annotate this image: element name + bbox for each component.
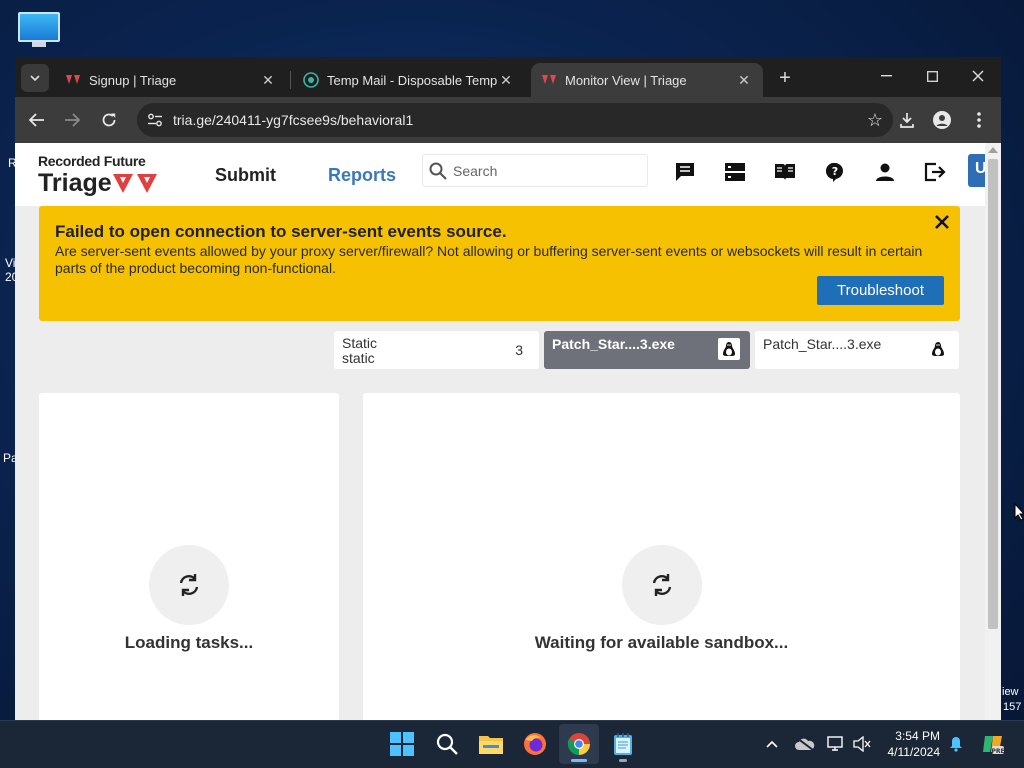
sample-tab-label: Patch_Star....3.exe <box>763 336 882 352</box>
server-icon[interactable] <box>723 160 747 184</box>
maximize-icon[interactable] <box>909 57 955 95</box>
volume-muted-icon[interactable] <box>852 732 872 756</box>
notepad-icon[interactable] <box>603 724 643 764</box>
clock-time: 3:54 PM <box>895 729 940 743</box>
site-header: Recorded Future Triage Submit Reports Se… <box>15 143 1001 206</box>
download-icon[interactable] <box>893 106 921 134</box>
running-indicator <box>571 759 587 762</box>
firefox-icon[interactable] <box>515 724 555 764</box>
logo-product[interactable]: Triage <box>38 169 112 198</box>
tab-search-button[interactable] <box>21 64 49 92</box>
alert-message: Are server-sent events allowed by your p… <box>55 243 923 276</box>
url-text: tria.ge/240411-yg7fcsee9s/behavioral1 <box>173 112 414 128</box>
logo-company: Recorded Future <box>38 153 146 169</box>
tab-title: Signup | Triage <box>89 72 177 88</box>
sample-tab-static[interactable]: Static static 3 <box>334 331 539 369</box>
search-placeholder: Search <box>453 162 498 179</box>
back-arrow-icon[interactable] <box>23 106 51 134</box>
file-explorer-icon[interactable] <box>471 724 511 764</box>
browser-menu-icon[interactable] <box>965 106 993 134</box>
sample-tab-label: Patch_Star....3.exe <box>552 336 675 352</box>
chat-icon[interactable] <box>673 160 697 184</box>
tasks-panel: Loading tasks... <box>39 393 339 720</box>
new-tab-button[interactable]: + <box>773 66 797 90</box>
network-icon[interactable] <box>826 732 846 756</box>
desktop-edge-label: 157 <box>1003 701 1022 713</box>
svg-text:PRE: PRE <box>991 748 1004 755</box>
forward-arrow-icon[interactable] <box>58 106 86 134</box>
refresh-icon <box>622 545 702 625</box>
linux-icon <box>718 338 740 360</box>
site-info-icon[interactable] <box>137 113 173 127</box>
notification-bell-icon[interactable] <box>947 732 965 756</box>
user-icon[interactable] <box>873 160 897 184</box>
sample-tab-behavioral1[interactable]: Patch_Star....3.exe <box>544 331 750 369</box>
book-icon[interactable] <box>773 160 797 184</box>
reload-icon[interactable] <box>95 106 123 134</box>
close-window-icon[interactable] <box>955 57 1001 95</box>
triage-icon <box>65 72 81 88</box>
svg-text:?: ? <box>832 165 838 178</box>
scrollbar-thumb[interactable] <box>988 159 998 629</box>
triage-logo-icon <box>113 174 157 193</box>
tab-monitor-view[interactable]: Monitor View | Triage ✕ <box>531 63 763 97</box>
search-input[interactable]: Search <box>422 154 648 187</box>
tab-title: Temp Mail - Disposable Tempo <box>327 72 497 88</box>
refresh-icon <box>149 545 229 625</box>
chevron-up-icon[interactable] <box>764 732 780 756</box>
address-bar[interactable]: tria.ge/240411-yg7fcsee9s/behavioral1 ☆ <box>137 103 893 137</box>
system-clock[interactable]: 3:54 PM 4/11/2024 <box>880 728 941 760</box>
sample-tab-sublabel: static <box>342 350 375 366</box>
minimize-icon[interactable] <box>863 57 909 95</box>
windows-start-icon[interactable] <box>382 724 422 764</box>
page-scrollbar[interactable] <box>985 143 1001 720</box>
troubleshoot-button[interactable]: Troubleshoot <box>817 276 944 305</box>
close-tab-icon[interactable]: ✕ <box>259 72 277 89</box>
triage-page: Recorded Future Triage Submit Reports Se… <box>15 143 1001 720</box>
onedrive-offline-icon[interactable] <box>794 732 816 756</box>
scroll-up-arrow-icon[interactable] <box>988 147 998 153</box>
sandbox-panel: Waiting for available sandbox... <box>363 393 960 720</box>
triage-icon <box>541 72 557 88</box>
bookmark-star-icon[interactable]: ☆ <box>857 110 893 131</box>
tab-divider <box>290 71 291 89</box>
tab-signup-triage[interactable]: Signup | Triage ✕ <box>55 63 287 97</box>
close-tab-icon[interactable]: ✕ <box>735 72 753 89</box>
close-tab-icon[interactable]: ✕ <box>497 72 515 89</box>
browser-toolbar: tria.ge/240411-yg7fcsee9s/behavioral1 ☆ <box>15 97 1001 143</box>
copilot-icon[interactable]: PRE <box>980 732 1006 756</box>
search-icon[interactable] <box>427 724 467 764</box>
sample-tab-label: Static <box>342 335 378 351</box>
tab-strip: Signup | Triage ✕ Temp Mail - Disposable… <box>15 57 1001 97</box>
linux-icon <box>927 338 949 360</box>
logout-icon[interactable] <box>923 160 947 184</box>
waiting-sandbox-text: Waiting for available sandbox... <box>534 633 789 652</box>
clock-date: 4/11/2024 <box>887 745 941 759</box>
loading-tasks-text: Loading tasks... <box>124 633 254 652</box>
tempmail-icon <box>303 72 319 88</box>
chrome-icon[interactable] <box>559 724 599 764</box>
mouse-cursor-icon <box>1014 503 1024 521</box>
nav-submit-link[interactable]: Submit <box>215 165 276 186</box>
search-icon <box>423 162 453 180</box>
chevron-down-icon <box>30 75 40 81</box>
help-icon[interactable]: ? <box>823 160 847 184</box>
browser-window: Signup | Triage ✕ Temp Mail - Disposable… <box>15 57 1001 720</box>
this-pc-desktop-icon[interactable] <box>18 12 60 48</box>
sse-error-alert: Failed to open connection to server-sent… <box>39 206 960 321</box>
tab-title: Monitor View | Triage <box>565 72 687 88</box>
close-icon[interactable] <box>932 212 952 232</box>
tab-temp-mail[interactable]: Temp Mail - Disposable Tempo ✕ <box>293 63 525 97</box>
profile-icon[interactable] <box>928 106 956 134</box>
desktop-edge-label: iew <box>1002 686 1019 698</box>
sample-tab-behavioral2[interactable]: Patch_Star....3.exe <box>755 331 959 369</box>
desktop-edge-label: Vi <box>5 256 16 270</box>
sample-tab-count: 3 <box>515 342 523 358</box>
alert-title: Failed to open connection to server-sent… <box>55 222 507 241</box>
nav-reports-link[interactable]: Reports <box>328 165 396 186</box>
running-indicator <box>619 759 627 762</box>
